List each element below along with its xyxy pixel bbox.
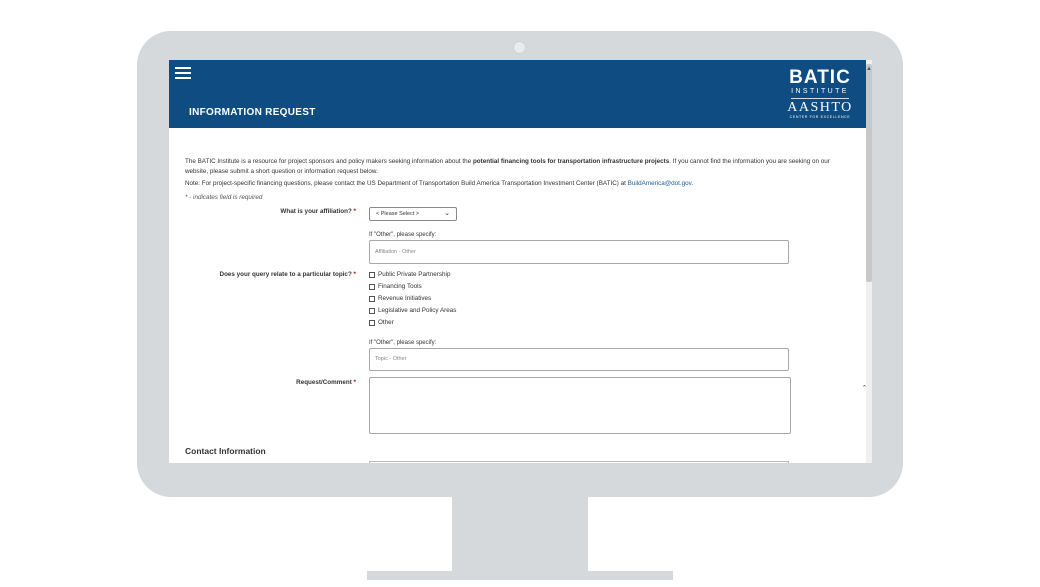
checkbox[interactable]	[369, 295, 375, 302]
chevron-down-icon: ⌄	[444, 210, 450, 217]
monitor-stand-neck	[452, 497, 588, 571]
logo-institute-text: INSTITUTE	[791, 88, 849, 95]
buildamerica-email-link[interactable]: BuildAmerica@dot.gov	[628, 180, 692, 187]
page-title: INFORMATION REQUEST	[189, 107, 316, 118]
scroll-up-arrow-icon[interactable]: ▲	[866, 66, 872, 72]
topic-option-public-private-partnership[interactable]: Public Private Partnership	[369, 271, 450, 278]
site-header: INFORMATION REQUEST BATIC INSTITUTE AASH…	[169, 60, 866, 128]
topic-label: Does your query relate to a particular t…	[219, 271, 356, 278]
screen: INFORMATION REQUEST BATIC INSTITUTE AASH…	[169, 60, 872, 463]
logo-batic-text: BATIC	[789, 67, 851, 88]
affiliation-other-input[interactable]: Affiliation - Other	[369, 240, 789, 264]
chevron-up-icon[interactable]: ˆ	[863, 385, 872, 394]
monitor-camera	[513, 41, 526, 54]
topic-option-other[interactable]: Other	[369, 319, 394, 326]
topic-option-revenue-initiatives[interactable]: Revenue Initiatives	[369, 295, 431, 302]
logo-center-text: CENTER FOR EXCELLENCE	[789, 115, 851, 119]
affiliation-select[interactable]: < Please Select > ⌄	[369, 207, 457, 221]
contact-first-field[interactable]	[369, 461, 789, 463]
affiliation-label: What is your affiliation? *	[280, 208, 356, 215]
request-comment-label: Request/Comment *	[296, 379, 356, 386]
topic-other-input[interactable]: Topic - Other	[369, 348, 789, 371]
logo-aashto-text: AASHTO	[787, 100, 853, 115]
checkbox[interactable]	[369, 319, 375, 326]
page-scrollbar[interactable]	[866, 60, 872, 463]
topic-option-financing-tools[interactable]: Financing Tools	[369, 283, 422, 290]
logo-divider	[791, 98, 849, 99]
intro-bold-text: potential financing tools for transporta…	[472, 158, 670, 165]
request-comment-textarea[interactable]	[369, 377, 791, 434]
checkbox[interactable]	[369, 283, 375, 290]
batic-logo[interactable]: BATIC INSTITUTE AASHTO CENTER FOR EXCELL…	[787, 67, 853, 120]
checkbox[interactable]	[369, 271, 375, 278]
hamburger-menu-icon[interactable]	[175, 67, 191, 79]
affiliation-other-label: If "Other", please specify:	[369, 232, 437, 238]
topic-other-label: If "Other", please specify:	[369, 340, 437, 346]
contact-information-heading: Contact Information	[185, 446, 266, 456]
intro-paragraph: The BATIC Institute is a resource for pr…	[185, 158, 830, 175]
scrollbar-thumb[interactable]	[866, 64, 872, 282]
note-paragraph: Note: For project-specific financing que…	[185, 180, 694, 187]
checkbox[interactable]	[369, 307, 375, 314]
required-field-note: * - indicates field is required	[185, 194, 263, 201]
monitor-stand-base	[367, 571, 673, 580]
topic-option-legislative-policy[interactable]: Legislative and Policy Areas	[369, 307, 456, 314]
